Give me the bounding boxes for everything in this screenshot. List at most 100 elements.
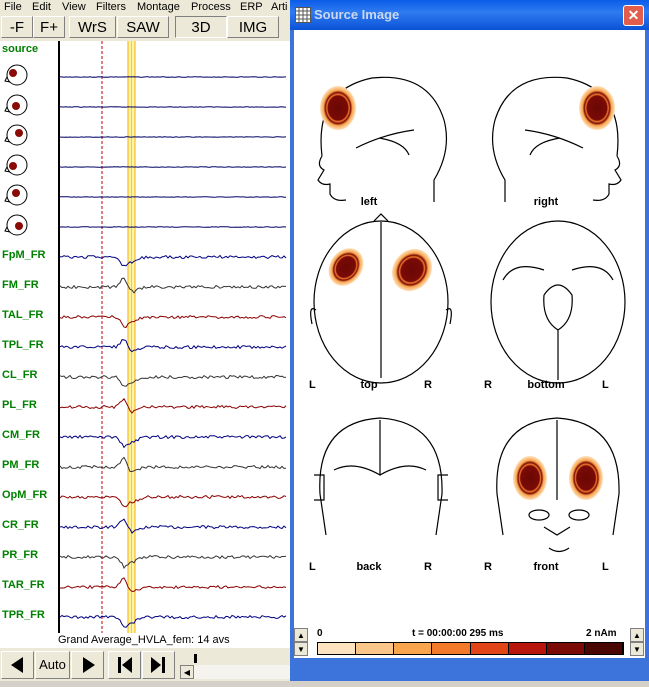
channel-label[interactable]: PL_FR [2, 399, 37, 411]
status-bar: Grand Average_HVLA_fem: 14 avs [0, 633, 292, 648]
top-right-marker: R [424, 379, 432, 391]
waveform-trace [60, 340, 286, 352]
auto-button[interactable]: Auto [35, 651, 70, 679]
scroll-thumb[interactable] [194, 654, 197, 663]
menu-artifact[interactable]: Arti [271, 1, 288, 13]
back-left-marker: L [309, 561, 316, 573]
top-left-marker: L [309, 379, 316, 391]
source-head-icon[interactable] [4, 123, 30, 147]
waveform-trace [60, 556, 286, 569]
window-titlebar[interactable]: Source Image ✕ [290, 0, 649, 30]
front-right-marker: L [602, 561, 609, 573]
scroll-down-arrow-icon[interactable]: ▼ [294, 642, 308, 656]
img-button[interactable]: IMG [227, 16, 279, 38]
channel-label[interactable]: FM_FR [2, 279, 39, 291]
channel-label[interactable]: PM_FR [2, 459, 39, 471]
menu-bar: File Edit View Filters Montage Process E… [0, 0, 300, 15]
view-label-front: front [533, 561, 558, 573]
waveform-trace [60, 457, 286, 471]
waveform-trace [60, 616, 286, 628]
color-scale-panel: ▲ ▼ ▲ ▼ 0 t = 00:00:00 295 ms 2 nAm [294, 628, 645, 658]
triangle-right-icon [72, 652, 103, 678]
bottom-left-marker: R [484, 379, 492, 391]
source-head-icon[interactable] [4, 153, 30, 177]
menu-process[interactable]: Process [191, 1, 231, 13]
step-forward-button[interactable] [142, 651, 175, 679]
scale-min: 0 [317, 628, 323, 639]
scroll-up-arrow-icon[interactable]: ▲ [294, 628, 308, 642]
menu-erp[interactable]: ERP [240, 1, 263, 13]
channel-label[interactable]: TAR_FR [2, 579, 45, 591]
window-title: Source Image [314, 7, 399, 22]
color-scale-step [509, 643, 547, 654]
step-forward-icon [143, 652, 174, 678]
scroll-down-arrow-icon-right[interactable]: ▼ [630, 642, 644, 656]
wrs-button[interactable]: WrS [69, 16, 116, 38]
front-left-marker: R [484, 561, 492, 573]
color-scale-step [356, 643, 394, 654]
playback-bar: Auto ◀ [0, 648, 292, 681]
toolbar: -F F+ WrS SAW 3D IMG [0, 15, 292, 41]
view-label-top: top [360, 379, 377, 391]
channel-label[interactable]: TPL_FR [2, 339, 44, 351]
menu-filters[interactable]: Filters [96, 1, 126, 13]
color-scale-step [585, 643, 623, 654]
waveform-trace [60, 278, 286, 293]
channel-label[interactable]: TPR_FR [2, 609, 45, 621]
waveform-trace [60, 399, 286, 413]
waveform-trace [60, 496, 286, 507]
source-head-icon[interactable] [4, 63, 30, 87]
menu-view[interactable]: View [62, 1, 86, 13]
source-head-icon[interactable] [4, 213, 30, 237]
saw-button[interactable]: SAW [117, 16, 169, 38]
view-label-left: left [361, 196, 378, 208]
channel-label[interactable]: CL_FR [2, 369, 37, 381]
source-label: source [2, 43, 38, 55]
color-scale-step [394, 643, 432, 654]
waveform-trace [60, 578, 286, 592]
color-scale-step [547, 643, 585, 654]
waveform-panel: source FpM_FR FM_FR TAL_FR TPL_FR CL_FR PL_FR… [0, 41, 292, 633]
step-back-icon [109, 652, 140, 678]
channel-label[interactable]: PR_FR [2, 549, 38, 561]
bottom-right-marker: L [602, 379, 609, 391]
waveform-canvas [0, 41, 292, 633]
source-head-icon[interactable] [4, 93, 30, 117]
waveform-trace [60, 376, 286, 387]
triangle-left-icon [2, 652, 33, 678]
color-scale-step [432, 643, 470, 654]
waveform-trace [60, 519, 286, 533]
waveform-trace [60, 256, 286, 266]
scroll-left-arrow-icon[interactable]: ◀ [180, 665, 194, 679]
channel-label[interactable]: OpM_FR [2, 489, 47, 501]
source-head-icon[interactable] [4, 183, 30, 207]
status-text: Grand Average_HVLA_fem: 14 avs [58, 634, 230, 646]
3d-button[interactable]: 3D [175, 16, 227, 38]
color-scale-step [471, 643, 509, 654]
brain-views: left right top L R bottom R L back L R f… [294, 30, 645, 628]
menu-file[interactable]: File [4, 1, 22, 13]
close-button[interactable]: ✕ [623, 5, 644, 26]
brain-views-canvas: left right top L R bottom R L back L R f… [294, 30, 645, 628]
filter-plus-button[interactable]: F+ [33, 16, 65, 38]
channel-label[interactable]: CM_FR [2, 429, 40, 441]
window-bottom-frame [290, 658, 649, 681]
view-label-right: right [534, 196, 559, 208]
menu-edit[interactable]: Edit [32, 1, 51, 13]
channel-label[interactable]: FpM_FR [2, 249, 45, 261]
color-scale-bar [317, 642, 624, 655]
scale-max: 2 nAm [586, 628, 617, 639]
color-scale-step [318, 643, 356, 654]
filter-minus-button[interactable]: -F [1, 16, 33, 38]
back-button[interactable] [1, 651, 34, 679]
channel-label[interactable]: TAL_FR [2, 309, 43, 321]
step-back-button[interactable] [108, 651, 141, 679]
menu-montage[interactable]: Montage [137, 1, 180, 13]
channel-label[interactable]: CR_FR [2, 519, 39, 531]
time-scrollbar[interactable]: ◀ [180, 651, 290, 679]
window-grid-icon [295, 7, 311, 23]
view-label-bottom: bottom [527, 379, 564, 391]
back-right-marker: R [424, 561, 432, 573]
scroll-up-arrow-icon-right[interactable]: ▲ [630, 628, 644, 642]
play-button[interactable] [71, 651, 104, 679]
